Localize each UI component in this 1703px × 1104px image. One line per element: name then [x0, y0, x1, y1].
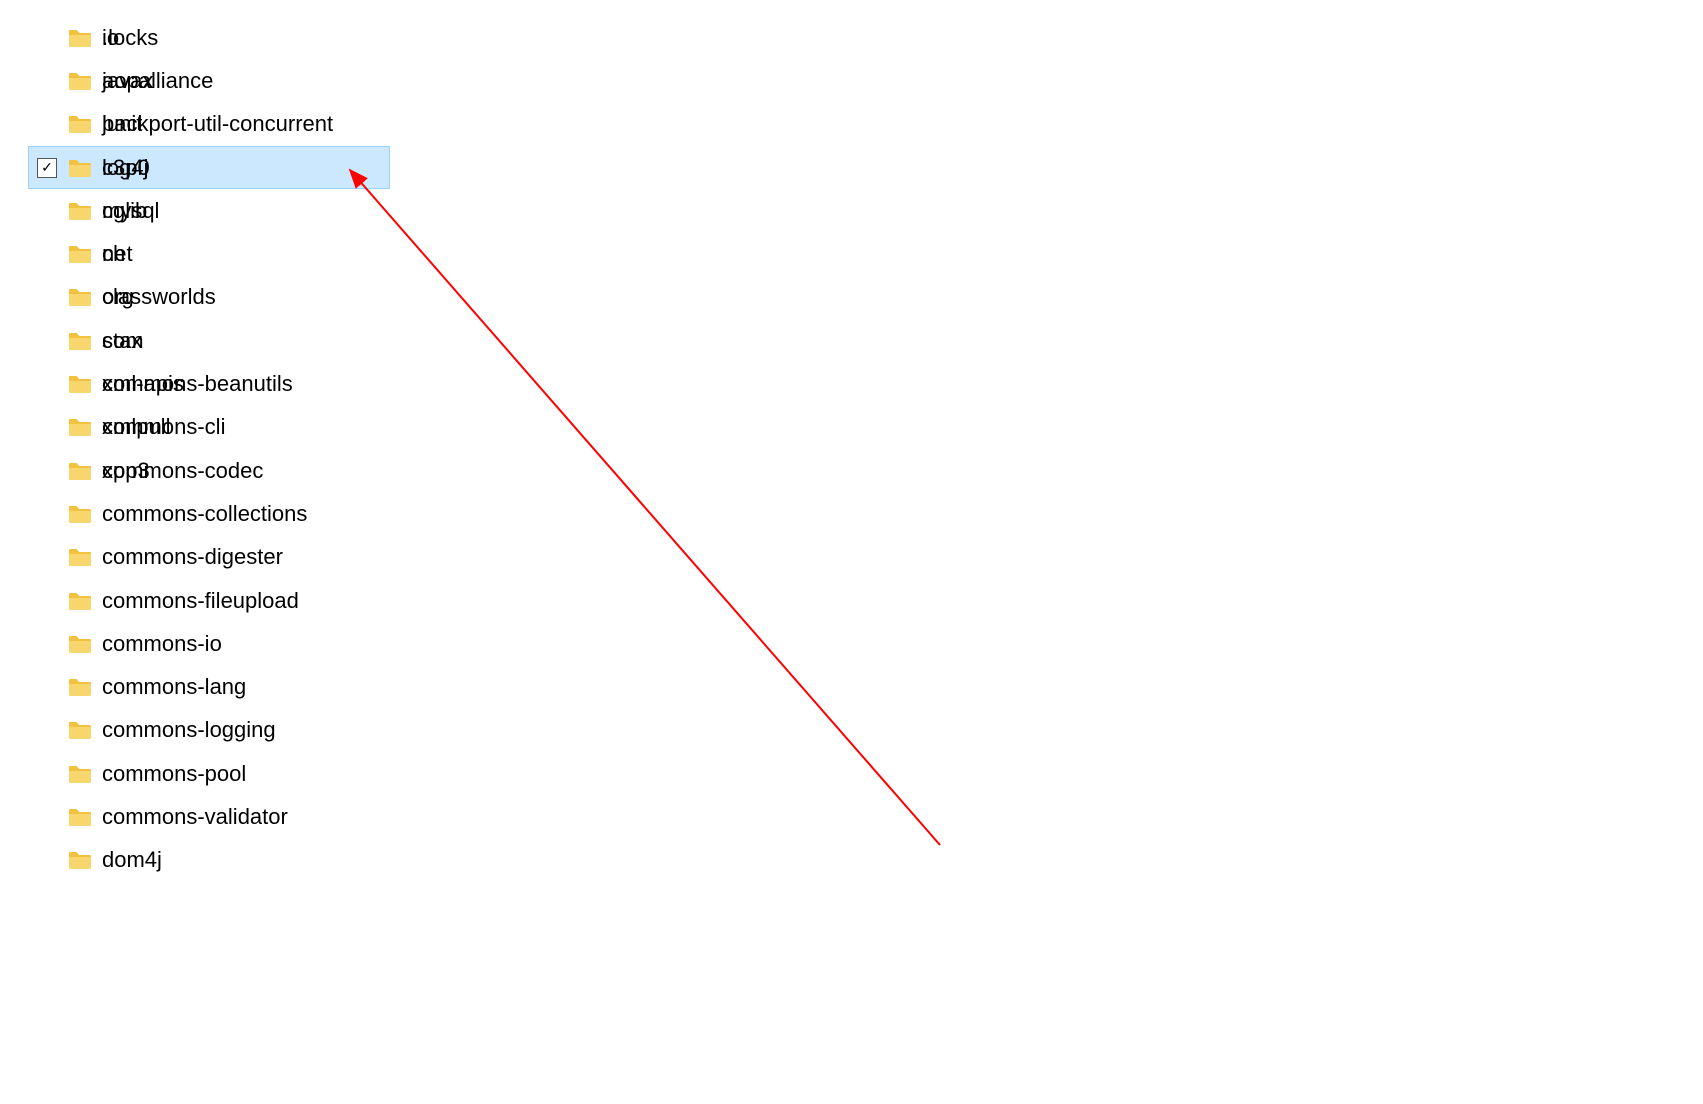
folder-icon	[68, 158, 92, 178]
folder-label: xml-apis	[102, 373, 184, 395]
folder-icon	[68, 71, 92, 91]
folder-item[interactable]: commons-pool	[28, 752, 390, 795]
folder-label: org	[102, 286, 134, 308]
folder-item[interactable]: commons-digester	[28, 536, 390, 579]
folder-label: javax	[102, 70, 153, 92]
folder-icon	[68, 287, 92, 307]
folder-label: commons-fileupload	[102, 590, 299, 612]
folder-icon	[68, 591, 92, 611]
folder-label: stax	[102, 330, 142, 352]
folder-item[interactable]: xpp3	[28, 449, 328, 492]
folder-label: xpp3	[102, 460, 150, 482]
folder-item[interactable]: net	[28, 232, 328, 275]
folder-item[interactable]: io	[28, 16, 328, 59]
folder-item[interactable]: commons-collections	[28, 492, 390, 535]
folder-label: commons-validator	[102, 806, 288, 828]
folder-icon	[68, 720, 92, 740]
folder-item[interactable]: commons-lang	[28, 665, 390, 708]
folder-item[interactable]: dom4j	[28, 839, 390, 882]
folder-label: commons-digester	[102, 546, 283, 568]
folder-item[interactable]: junit	[28, 103, 328, 146]
folder-item[interactable]: xml-apis	[28, 362, 328, 405]
folder-label: commons-io	[102, 633, 222, 655]
folder-label: commons-pool	[102, 763, 246, 785]
folder-icon	[68, 244, 92, 264]
folder-item[interactable]: javax	[28, 59, 328, 102]
folder-label: dom4j	[102, 849, 162, 871]
folder-icon	[68, 28, 92, 48]
folder-label: commons-logging	[102, 719, 276, 741]
folder-icon	[68, 374, 92, 394]
folder-icon	[68, 331, 92, 351]
folder-icon	[68, 461, 92, 481]
folder-label: log4j	[102, 157, 148, 179]
folder-label: mysql	[102, 200, 159, 222]
folder-label: junit	[102, 113, 142, 135]
folder-icon	[68, 417, 92, 437]
folder-icon	[68, 764, 92, 784]
folder-icon	[68, 677, 92, 697]
file-column: io javax junit log4j mysql net org stax …	[28, 16, 328, 492]
folder-label: xmlpull	[102, 416, 170, 438]
folder-icon	[68, 547, 92, 567]
folder-item[interactable]: org	[28, 276, 328, 319]
folder-label: commons-collections	[102, 503, 307, 525]
folder-item[interactable]: mysql	[28, 189, 328, 232]
folder-label: io	[102, 27, 119, 49]
folder-icon	[68, 850, 92, 870]
folder-icon	[68, 807, 92, 827]
folder-item[interactable]: commons-logging	[28, 709, 390, 752]
folder-item[interactable]: commons-fileupload	[28, 579, 390, 622]
folder-label: net	[102, 243, 133, 265]
folder-icon	[68, 634, 92, 654]
folder-item[interactable]: log4j	[28, 146, 328, 189]
folder-item[interactable]: xmlpull	[28, 406, 328, 449]
folder-icon	[68, 201, 92, 221]
folder-label: commons-lang	[102, 676, 246, 698]
folder-item[interactable]: stax	[28, 319, 328, 362]
folder-icon	[68, 114, 92, 134]
folder-icon	[68, 504, 92, 524]
folder-item[interactable]: commons-io	[28, 622, 390, 665]
folder-item[interactable]: commons-validator	[28, 795, 390, 838]
